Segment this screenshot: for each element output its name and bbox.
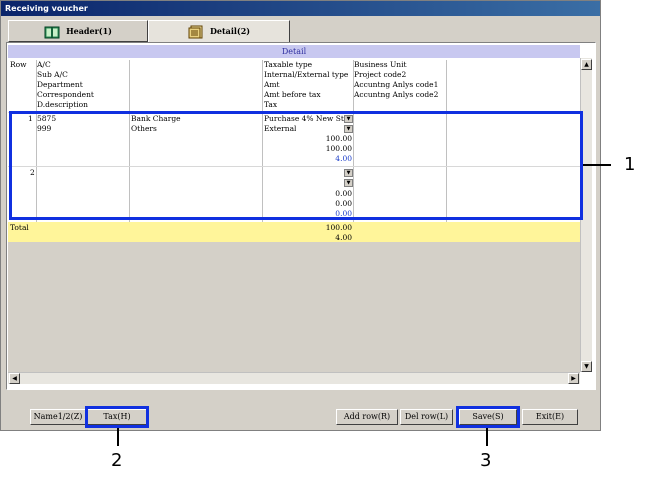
column-header-amt: Amt: [264, 80, 280, 89]
scroll-left-icon[interactable]: ◀: [9, 373, 20, 384]
highlight-box-tax: [85, 406, 149, 428]
callout-label-2: 2: [111, 450, 123, 471]
highlight-box-save: [456, 406, 520, 428]
header-row-5: D.description Tax: [8, 100, 580, 110]
tab-header[interactable]: Header(1): [8, 20, 148, 42]
empty-grid-area: [8, 242, 580, 372]
column-header-business-unit: Business Unit: [354, 60, 407, 69]
column-header-anlys-code1: Accuntng Anlys code1: [354, 80, 439, 89]
tab-detail[interactable]: Detail(2): [148, 20, 290, 42]
window-title: Receiving voucher: [1, 1, 600, 16]
header-row-3: Department Amt Accuntng Anlys code1: [8, 80, 580, 90]
scroll-up-icon[interactable]: ▲: [581, 59, 592, 70]
total-label: Total: [10, 223, 29, 232]
column-header-taxable-type: Taxable type: [264, 60, 313, 69]
column-header-int-ext-type: Internal/External type: [264, 70, 349, 79]
document-icon: [188, 25, 204, 39]
book-icon: [44, 25, 60, 39]
column-header-d-description: D.description: [37, 100, 88, 109]
column-header-anlys-code2: Accuntng Anlys code2: [354, 90, 439, 99]
scroll-right-icon[interactable]: ▶: [568, 373, 579, 384]
column-header-sub-ac: Sub A/C: [37, 70, 68, 79]
column-header-ac: A/C: [37, 60, 51, 69]
header-row-2: Sub A/C Internal/External type Project c…: [8, 70, 580, 80]
callout-label-1: 1: [624, 154, 636, 175]
callout-label-3: 3: [480, 450, 492, 471]
header-row-1: Row A/C Taxable type Business Unit: [8, 60, 580, 70]
column-header-correspondent: Correspondent: [37, 90, 94, 99]
row-column-header: Row: [10, 60, 27, 69]
tab-detail-label: Detail(2): [209, 26, 251, 36]
total-row-line1: Total 100.00: [8, 223, 580, 233]
scroll-down-icon[interactable]: ▼: [581, 361, 592, 372]
exit-button[interactable]: Exit(E): [522, 409, 578, 425]
add-row-button[interactable]: Add row(R): [336, 409, 398, 425]
column-header-project-code2: Project code2: [354, 70, 407, 79]
tab-header-label: Header(1): [66, 26, 112, 36]
highlight-box-entries: [9, 111, 583, 220]
total-amt: 100.00: [325, 223, 352, 232]
callout-line-1: [583, 164, 611, 166]
del-row-button[interactable]: Del row(L): [400, 409, 453, 425]
detail-section-label: Detail: [8, 45, 580, 58]
column-header-department: Department: [37, 80, 83, 89]
column-header-amt-before-tax: Amt before tax: [264, 90, 321, 99]
horizontal-scrollbar[interactable]: [8, 372, 580, 384]
callout-line-2: [117, 428, 119, 446]
callout-line-3: [486, 428, 488, 446]
name-toggle-button[interactable]: Name1/2(Z): [30, 409, 86, 425]
column-header-tax: Tax: [264, 100, 278, 109]
header-row-4: Correspondent Amt before tax Accuntng An…: [8, 90, 580, 100]
